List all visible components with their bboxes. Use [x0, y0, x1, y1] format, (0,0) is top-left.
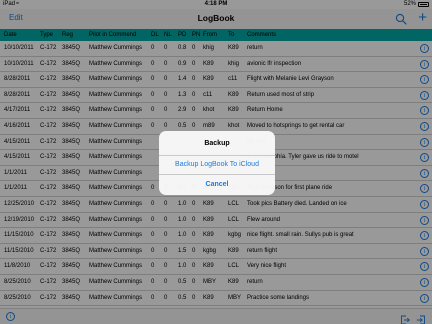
backup-alert: Backup Backup LogBook To iCloud Cancel	[159, 131, 275, 195]
alert-title: Backup	[204, 140, 230, 147]
backup-icloud-button[interactable]: Backup LogBook To iCloud	[159, 156, 275, 174]
cancel-button[interactable]: Cancel	[159, 175, 275, 195]
